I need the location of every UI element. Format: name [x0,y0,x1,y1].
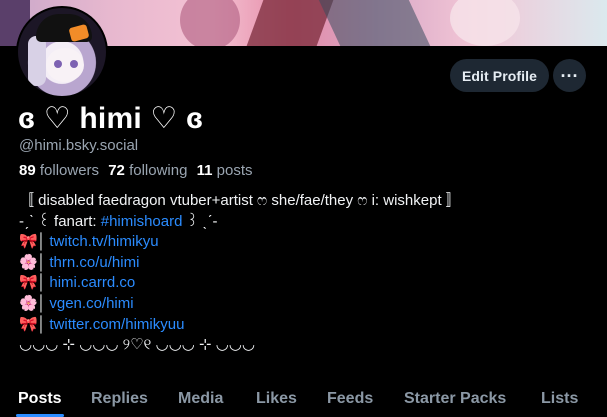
banner-shape [316,0,434,46]
posts-count: 11 [196,162,213,179]
following-link[interactable]: 72 following [108,162,187,179]
hashtag-link[interactable]: #himishoard [101,213,183,230]
bio-link[interactable]: twitch.tv/himikyu [49,233,158,250]
tab-replies[interactable]: Replies [91,390,148,408]
following-label: following [129,162,188,179]
bio-link[interactable]: thrn.co/u/himi [49,254,139,271]
tab-posts[interactable]: Posts [18,390,62,408]
bio-link-row: 🎀│ himi.carrd.co [19,273,461,294]
following-count: 72 [108,162,125,179]
ribbon-icon: 🎀 [19,233,38,251]
blossom-icon: 🌸 [19,294,38,312]
separator: │ [37,294,47,312]
avatar-eye [70,60,78,68]
bio-line: -ˏˋ ꒰ fanart: #himishoard ꒱ ˎˊ- [19,212,461,233]
bio-link-row: 🌸│ thrn.co/u/himi [19,253,461,274]
tab-likes[interactable]: Likes [256,390,297,408]
separator: │ [37,253,47,271]
bio-footer: ◡◡◡ ⊹ ◡◡◡ ୨♡୧ ◡◡◡ ⊹ ◡◡◡ [19,336,255,354]
ribbon-icon: 🎀 [19,315,38,333]
blossom-icon: 🌸 [19,253,38,271]
more-options-button[interactable]: ··· [553,59,586,92]
profile-bio: 〚 disabled faedragon vtuber+artist ෆ she… [19,191,461,356]
banner-shape [450,0,520,46]
followers-link[interactable]: 89 followers [19,162,99,179]
handle: @himi.bsky.social [19,137,139,154]
bio-text: -ˏˋ ꒰ fanart: [19,212,101,230]
tab-feeds[interactable]: Feeds [327,390,373,408]
banner-shape [180,0,240,46]
avatar-face [46,48,84,82]
followers-label: followers [39,162,100,179]
tab-lists[interactable]: Lists [541,390,578,408]
edit-profile-button[interactable]: Edit Profile [450,59,549,92]
ellipsis-icon: ··· [560,65,579,86]
posts-label: posts [216,162,253,179]
separator: │ [37,315,47,333]
profile-stats: 89 followers 72 following 11 posts [19,162,253,179]
tab-media[interactable]: Media [178,390,223,408]
separator: │ [37,274,47,292]
display-name: ɞ ♡ himi ♡ ɞ [18,102,204,135]
bio-link-row: 🌸│ vgen.co/himi [19,294,461,315]
avatar-hair [28,36,46,86]
bio-link-row: 🎀│ twitch.tv/himikyu [19,232,461,253]
bio-line: 〚 disabled faedragon vtuber+artist ෆ she… [19,192,461,209]
posts-count-group: 11 posts [197,162,253,179]
bio-link[interactable]: vgen.co/himi [49,295,133,312]
bio-link-row: 🎀│ twitter.com/himikyuu [19,315,461,336]
ribbon-icon: 🎀 [19,274,38,292]
bio-link[interactable]: twitter.com/himikyuu [49,316,184,333]
banner-shape [246,0,334,46]
bio-text: ꒱ ˎˊ- [182,212,218,230]
bio-link[interactable]: himi.carrd.co [49,274,135,291]
separator: │ [37,233,47,251]
followers-count: 89 [19,162,36,179]
avatar-eye [54,60,62,68]
tab-starter-packs[interactable]: Starter Packs [404,390,506,408]
avatar[interactable] [16,6,108,98]
profile-tabs: Posts Replies Media Likes Feeds Starter … [0,384,607,417]
